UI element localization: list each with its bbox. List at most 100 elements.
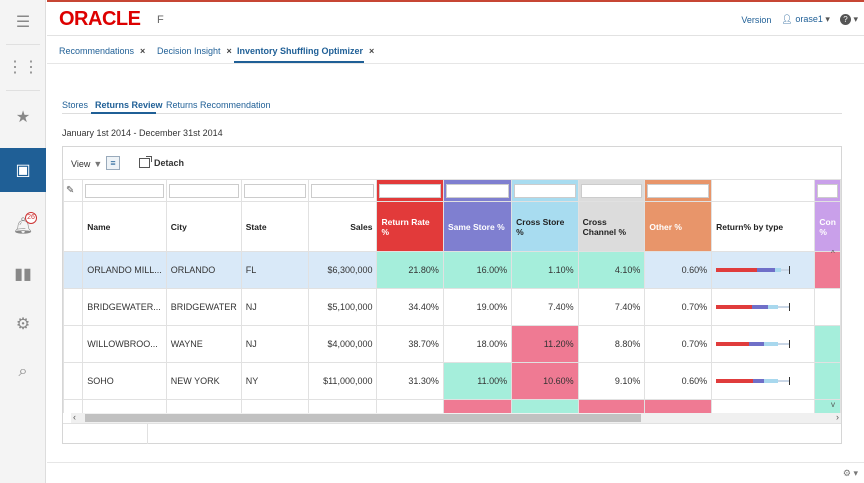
- rail-divider: [6, 90, 40, 91]
- product-name: F: [157, 14, 164, 26]
- cell-name: ORLANDO MILL...: [82, 251, 167, 289]
- col-header-same-store[interactable]: Same Store %: [442, 201, 513, 252]
- cell-return-by-type: [711, 399, 816, 413]
- row-selector[interactable]: [63, 251, 84, 289]
- cell-cross-store: 7.40%: [511, 288, 579, 326]
- close-icon[interactable]: ×: [140, 46, 145, 56]
- subtab-returns-review[interactable]: Returns Review: [95, 100, 163, 110]
- tab-label: Recommendations: [59, 46, 135, 56]
- filter-cross-store[interactable]: [511, 179, 579, 202]
- user-menu[interactable]: 👤︎ orase1 ▾: [781, 14, 830, 25]
- col-header-sales[interactable]: Sales: [307, 201, 378, 252]
- table-row[interactable]: ORLANDO MILL... ORLANDO FL $6,300,000 21.80%…: [63, 251, 841, 289]
- table-row[interactable]: BRIDGEWATER... BRIDGEWATER NJ $5,100,000 34.…: [63, 288, 841, 326]
- sparkline-segment: [716, 268, 757, 272]
- tab-inventory-shuffling-optimizer[interactable]: Inventory Shuffling Optimizer ×: [237, 46, 374, 56]
- row-selector-header: [63, 201, 84, 252]
- filter-other[interactable]: [644, 179, 713, 202]
- star-icon[interactable]: ★: [0, 95, 46, 139]
- col-header-state[interactable]: State: [240, 201, 309, 252]
- col-header-by-type[interactable]: Return% by type: [711, 201, 816, 252]
- detach-icon: [139, 156, 152, 168]
- detach-button[interactable]: Detach: [139, 156, 185, 168]
- scroll-down-icon[interactable]: v: [831, 400, 835, 409]
- view-menu[interactable]: View ▼: [71, 159, 102, 169]
- tasks-toggle-icon[interactable]: ☰: [0, 0, 46, 44]
- scroll-right-icon[interactable]: ›: [836, 412, 839, 422]
- cell-cross-store: 10.60%: [511, 362, 579, 400]
- sparkline-end-tick: [789, 340, 791, 348]
- help-icon: ?: [839, 14, 851, 25]
- header-actions: Version 👤︎ orase1 ▾ ? ▾: [741, 14, 858, 25]
- col-header-city[interactable]: City: [165, 201, 242, 252]
- filter-sales[interactable]: [307, 179, 378, 202]
- filter-same-store[interactable]: [442, 179, 513, 202]
- col-header-cross-store[interactable]: Cross Store %: [511, 201, 579, 252]
- cell-cross-store: 11.20%: [511, 325, 579, 363]
- cell-cross-store: 1.10%: [511, 251, 579, 289]
- col-header-name[interactable]: Name: [82, 201, 167, 252]
- filter-extra[interactable]: [814, 179, 841, 202]
- cell-cross-channel: 9.10%: [577, 362, 646, 400]
- tab-decision-insight[interactable]: Decision Insight ×: [157, 46, 232, 56]
- sparkline-segment: [775, 268, 782, 272]
- bell-icon[interactable]: 🔔︎ 26: [0, 204, 46, 248]
- help-menu[interactable]: ? ▾: [839, 14, 858, 25]
- col-header-other[interactable]: Other %: [644, 201, 713, 252]
- row-selector[interactable]: [63, 362, 84, 400]
- horizontal-scrollbar[interactable]: ‹ ›: [71, 412, 841, 423]
- filter-city[interactable]: [165, 179, 242, 202]
- row-selector[interactable]: [63, 288, 84, 326]
- return-type-sparkline: [716, 377, 791, 385]
- cell-same-store: 18.00%: [442, 325, 513, 363]
- filter-cross-channel[interactable]: [577, 179, 646, 202]
- col-header-return-rate[interactable]: Return Rate %: [376, 201, 444, 252]
- settings-icon[interactable]: ⚙ ▾: [843, 468, 858, 479]
- filter-return-rate[interactable]: [376, 179, 444, 202]
- filter-edit-icon[interactable]: ✎: [63, 179, 84, 202]
- filter-state[interactable]: [240, 179, 309, 202]
- grid-footer: [63, 423, 841, 444]
- grid-icon[interactable]: ⋮⋮: [0, 45, 46, 89]
- scroll-left-icon[interactable]: ‹: [73, 412, 76, 422]
- subtab-returns-recommendation[interactable]: Returns Recommendation: [166, 100, 271, 110]
- table-row[interactable]: WILLOWBROO... WAYNE NJ $4,000,000 38.70% 18.0…: [63, 325, 841, 363]
- chevron-down-icon: ▾: [825, 14, 830, 24]
- subtab-stores[interactable]: Stores: [62, 100, 88, 110]
- tab-label: Inventory Shuffling Optimizer: [237, 46, 364, 56]
- table-row[interactable]: SOHO NEW YORK NY $11,000,000 31.30% 11.00% 10.…: [63, 362, 841, 400]
- clipboard-icon[interactable]: ▣: [0, 148, 46, 192]
- sparkline-segment: [716, 305, 752, 309]
- bar-chart-icon[interactable]: ▮▮: [0, 252, 46, 296]
- row-selector[interactable]: [63, 325, 84, 363]
- close-icon[interactable]: ×: [227, 46, 232, 56]
- cell-cross-channel: 8.80%: [577, 325, 646, 363]
- cell-cross-channel: 10.50%: [577, 399, 646, 413]
- row-selector[interactable]: [63, 399, 84, 413]
- app-window: ☰ ⋮⋮ ★ ▣ 🔔︎ 26 ▮▮ ⚙ ⌕ ORACLE F Version 👤…: [0, 0, 864, 483]
- scroll-up-icon[interactable]: ^: [831, 249, 835, 258]
- col-header-cross-channel[interactable]: Cross Channel %: [577, 201, 646, 252]
- cell-return-rate: 35.50%: [376, 399, 444, 413]
- tab-recommendations[interactable]: Recommendations ×: [59, 46, 145, 56]
- version-link[interactable]: Version: [741, 15, 771, 25]
- export-icon[interactable]: ≡: [106, 156, 120, 170]
- detach-label: Detach: [154, 158, 185, 168]
- cell-name: BRIDGEWATER...: [82, 288, 167, 326]
- cell-same-store: 16.00%: [442, 251, 513, 289]
- table-row[interactable]: LENOX SQUAREATLANTAGA$5,400,00035.50%22.…: [63, 399, 841, 413]
- filter-name[interactable]: [82, 179, 167, 202]
- gear-icon[interactable]: ⚙: [0, 302, 46, 346]
- vertical-scrollbar[interactable]: ^ v: [829, 249, 841, 409]
- notification-badge: 26: [25, 212, 37, 224]
- cell-name: SOHO: [82, 362, 167, 400]
- cell-return-by-type: [711, 251, 816, 289]
- close-icon[interactable]: ×: [369, 46, 374, 56]
- return-type-sparkline: [716, 340, 791, 348]
- scrollbar-thumb[interactable]: [85, 414, 641, 422]
- oracle-logo: ORACLE: [59, 8, 141, 30]
- col-header-extra[interactable]: Con %: [814, 201, 841, 252]
- sparkline-segment: [764, 342, 778, 346]
- report-search-icon[interactable]: ⌕: [0, 350, 46, 394]
- cell-city: ATLANTA: [165, 399, 242, 413]
